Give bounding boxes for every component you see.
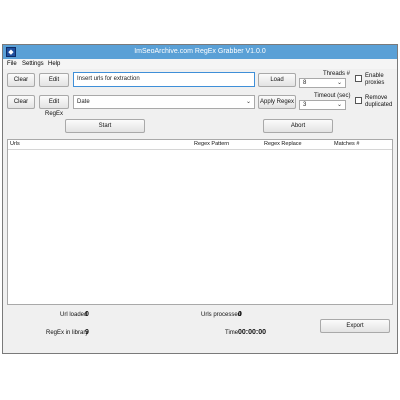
abort-button[interactable]: Abort <box>263 119 333 133</box>
menu-help[interactable]: Help <box>48 59 60 69</box>
urls-processed-label: Urls processed <box>201 312 242 318</box>
timeout-select[interactable]: 3 ⌄ <box>299 100 346 110</box>
remove-duplicated-checkbox[interactable] <box>355 97 362 104</box>
clear-urls-button[interactable]: Clear <box>7 73 35 87</box>
threads-value: 8 <box>303 80 307 86</box>
window-title: ImSeoArchive.com RegEx Grabber V1.0.0 <box>134 48 266 55</box>
timeout-value: 3 <box>303 102 307 108</box>
title-bar: ImSeoArchive.com RegEx Grabber V1.0.0 ◆ <box>3 45 397 59</box>
urls-processed-value: 0 <box>238 311 242 318</box>
column-header-regex-replace[interactable]: Regex Replace <box>262 140 332 149</box>
column-header-regex-pattern[interactable]: Regex Pattern <box>192 140 262 149</box>
menu-bar: File Settings Help <box>3 59 397 69</box>
timeout-label: Timeout (sec) <box>314 93 351 99</box>
chevron-down-icon: ⌄ <box>245 99 251 105</box>
app-icon: ◆ <box>6 47 16 57</box>
column-header-urls[interactable]: Urls <box>8 140 192 149</box>
url-loaded-label: Url loaded <box>60 312 88 318</box>
load-button[interactable]: Load <box>258 73 296 87</box>
threads-select[interactable]: 8 ⌄ <box>299 78 346 88</box>
start-button[interactable]: Start <box>65 119 145 133</box>
chevron-down-icon: ⌄ <box>336 102 342 108</box>
edit-urls-button[interactable]: Edit <box>39 73 69 87</box>
column-header-matches[interactable]: Matches # <box>332 140 392 149</box>
time-label: Time <box>225 330 239 336</box>
threads-label: Threads # <box>323 71 351 77</box>
remove-duplicated-label: Remove duplicated <box>365 95 393 108</box>
enable-proxies-label: Enable proxies <box>365 73 385 86</box>
table-header: Urls Regex Pattern Regex Replace Matches… <box>8 140 392 150</box>
edit-regex-button[interactable]: Edit RegEx <box>39 95 69 117</box>
menu-settings[interactable]: Settings <box>22 59 44 69</box>
regex-selected-value: Date <box>77 99 90 105</box>
export-button[interactable]: Export <box>320 319 390 333</box>
time-value: 00:00:00 <box>238 329 267 336</box>
url-input[interactable]: Insert urls for extraction <box>73 72 255 87</box>
chevron-down-icon: ⌄ <box>336 80 342 86</box>
clear-regex-button[interactable]: Clear <box>7 95 35 109</box>
regex-library-label: RegEx in library <box>46 330 89 336</box>
enable-proxies-checkbox[interactable] <box>355 75 362 82</box>
apply-regex-button[interactable]: Apply Regex <box>258 95 296 109</box>
regex-library-value: 9 <box>85 329 89 336</box>
menu-file[interactable]: File <box>7 59 17 69</box>
url-loaded-value: 0 <box>85 311 89 318</box>
results-table[interactable]: Urls Regex Pattern Regex Replace Matches… <box>7 139 393 305</box>
app-window: ImSeoArchive.com RegEx Grabber V1.0.0 ◆ … <box>2 44 398 354</box>
regex-select[interactable]: Date ⌄ <box>73 95 255 109</box>
